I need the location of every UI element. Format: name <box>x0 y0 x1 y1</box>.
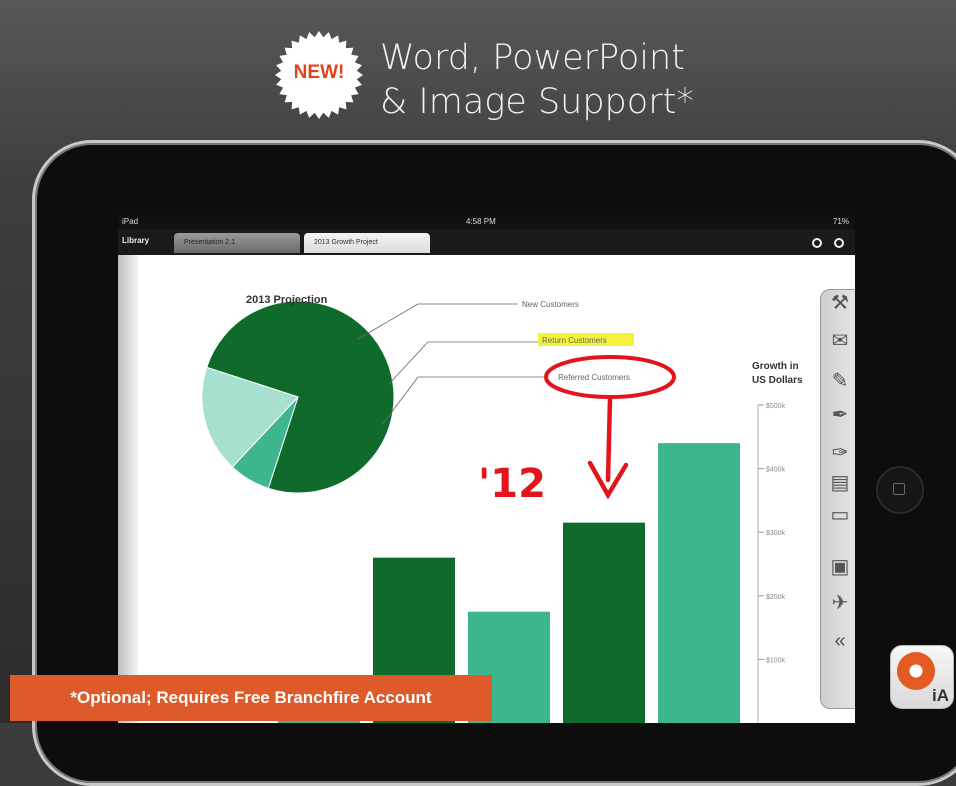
legend-return-customers: Return Customers <box>542 336 607 345</box>
logo-ring <box>897 652 935 690</box>
camera-icon[interactable]: ▣ <box>827 554 853 580</box>
share-icon[interactable]: ✈ <box>827 590 853 616</box>
y-tick-label: $200k <box>766 594 786 601</box>
legend-referred-customers: Referred Customers <box>558 373 630 382</box>
home-button[interactable] <box>876 466 924 514</box>
leader-line <box>357 303 419 340</box>
y-tick-label: $500k <box>766 403 786 410</box>
pencil-icon[interactable]: ✎ <box>827 368 853 394</box>
eraser-icon[interactable]: ▭ <box>827 502 853 528</box>
app-icon-label: iA <box>932 686 949 705</box>
footer-text: *Optional; Requires Free Branchfire Acco… <box>70 688 432 707</box>
leader-line <box>387 341 429 386</box>
bar <box>658 443 740 723</box>
pie-chart <box>201 300 395 494</box>
bar-chart-title-line1: Growth in <box>752 361 799 372</box>
badge-label: NEW! <box>293 62 345 83</box>
y-tick-label: $300k <box>766 530 786 537</box>
collapse-icon[interactable]: « <box>827 628 853 654</box>
bar <box>563 522 645 723</box>
ipad-screen: iPad 4:58 PM 71% Library Presentation 2.… <box>118 215 855 723</box>
home-icon <box>893 483 905 495</box>
ink-handwritten-text: '12 <box>478 461 546 507</box>
y-tick-label: $100k <box>766 657 786 664</box>
document-canvas: $100k $200k $300k $400k $500k 2013 Projectio… <box>201 294 803 723</box>
annotation-toolbar: ⚒ ✉ ✎ ✒ ✑ ▤ ▭ ▣ ✈ « <box>820 289 855 709</box>
headline: Word, PowerPoint & Image Support* <box>380 36 694 124</box>
wrench-icon[interactable]: ⚒ <box>827 290 853 316</box>
pen-icon[interactable]: ✑ <box>827 440 853 466</box>
headline-line-1: Word, PowerPoint <box>380 38 685 78</box>
pie-chart-title: 2013 Projection <box>246 294 328 306</box>
comment-icon[interactable]: ✉ <box>827 328 853 354</box>
app-icon: iA <box>890 645 954 709</box>
y-tick-label: $400k <box>766 467 786 474</box>
bar-chart-title-line2: US Dollars <box>752 375 803 386</box>
ink-arrow <box>587 395 629 500</box>
stamp-icon[interactable]: ▤ <box>827 470 853 496</box>
headline-line-2: & Image Support* <box>380 82 694 122</box>
highlighter-icon[interactable]: ✒ <box>827 402 853 428</box>
legend-new-customers: New Customers <box>522 300 579 309</box>
